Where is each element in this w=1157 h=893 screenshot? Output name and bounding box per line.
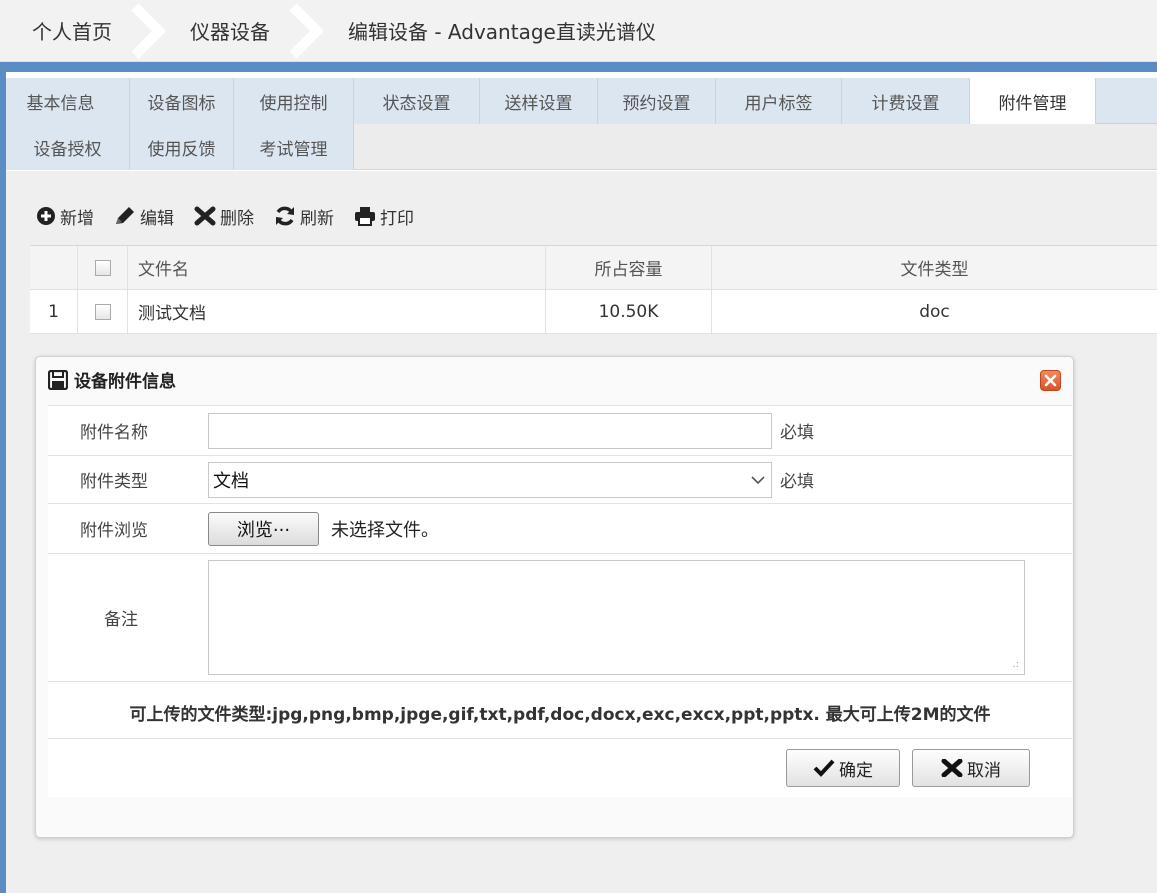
close-x-icon	[194, 206, 216, 226]
tab-exam[interactable]: 考试管理	[234, 124, 354, 170]
attachment-name-input[interactable]	[208, 412, 772, 449]
plus-circle-icon	[37, 207, 55, 225]
header-divider	[0, 62, 1157, 72]
form-row-type: 附件类型 文档 必填	[48, 456, 1072, 504]
dialog-buttons: 确定 取消	[48, 739, 1072, 797]
tab-attachments[interactable]: 附件管理	[970, 78, 1096, 124]
tab-basic-info[interactable]: 基本信息	[6, 78, 130, 124]
cell-type: doc	[919, 301, 950, 322]
browse-cell: 浏览··· 未选择文件。	[208, 504, 439, 553]
select-value: 文档	[213, 470, 249, 492]
type-cell: 文档 必填	[208, 456, 814, 503]
breadcrumb: 个人首页 仪器设备 编辑设备 - Advantage直读光谱仪	[0, 0, 1157, 62]
select-all-cell	[78, 246, 128, 289]
row-number: 1	[30, 290, 78, 333]
chevron-down-icon	[751, 475, 765, 484]
tab-device-auth[interactable]: 设备授权	[6, 124, 130, 170]
breadcrumb-label: 编辑设备 - Advantage直读光谱仪	[348, 20, 656, 44]
form-row-note: 备注 .:	[48, 554, 1072, 682]
confirm-label: 确定	[839, 760, 873, 781]
tab-usage-control[interactable]: 使用控制	[234, 78, 354, 124]
check-icon	[813, 759, 835, 777]
printer-icon	[355, 207, 375, 226]
attachment-dialog: 设备附件信息 附件名称 必填 附件类型 文档 必填 附件浏览 浏览··· 未选择…	[35, 356, 1074, 838]
note-cell: .:	[208, 554, 1025, 681]
tab-device-icon[interactable]: 设备图标	[130, 78, 234, 124]
breadcrumb-label[interactable]: 个人首页	[12, 16, 126, 45]
attachments-table: 文件名 所占容量 文件类型 1 测试文档 10.50K doc	[30, 245, 1157, 334]
delete-button[interactable]: 删除	[194, 204, 254, 229]
tab-user-tags[interactable]: 用户标签	[716, 78, 842, 124]
refresh-icon	[276, 206, 294, 226]
chevron-right-icon	[284, 0, 326, 62]
edit-button[interactable]: 编辑	[114, 204, 174, 229]
tab-row-2: 设备授权 使用反馈 考试管理	[6, 124, 1157, 170]
required-hint: 必填	[780, 423, 814, 443]
tab-bar: 基本信息 设备图标 使用控制 状态设置 送样设置 预约设置 用户标签 计费设置 …	[6, 78, 1157, 170]
form-row-browse: 附件浏览 浏览··· 未选择文件。	[48, 504, 1072, 554]
row-select-cell	[78, 290, 128, 333]
print-label: 打印	[380, 208, 414, 229]
refresh-button[interactable]: 刷新	[274, 204, 334, 229]
browse-label: 附件浏览	[80, 521, 148, 541]
form-row-name: 附件名称 必填	[48, 406, 1072, 456]
close-button[interactable]	[1040, 370, 1061, 391]
column-header-filename[interactable]: 文件名	[128, 246, 546, 289]
chevron-right-icon	[126, 0, 168, 62]
browse-button[interactable]: 浏览···	[208, 511, 319, 546]
table-row[interactable]: 1 测试文档 10.50K doc	[30, 290, 1157, 334]
row-number-header	[30, 246, 78, 289]
cancel-label: 取消	[967, 760, 1001, 781]
cell-filename: 测试文档	[128, 290, 546, 333]
select-all-checkbox[interactable]	[94, 259, 111, 276]
tab-status-settings[interactable]: 状态设置	[354, 78, 480, 124]
tab-booking-settings[interactable]: 预约设置	[598, 78, 716, 124]
breadcrumb-item-devices[interactable]: 仪器设备	[168, 0, 284, 62]
add-button[interactable]: 新增	[36, 204, 94, 229]
tab-row-1: 基本信息 设备图标 使用控制 状态设置 送样设置 预约设置 用户标签 计费设置 …	[6, 78, 1157, 124]
cancel-button[interactable]: 取消	[912, 749, 1030, 787]
type-label: 附件类型	[80, 472, 148, 492]
note-label: 备注	[104, 610, 138, 630]
column-header-type[interactable]: 文件类型	[712, 246, 1157, 289]
row-checkbox[interactable]	[94, 303, 111, 320]
confirm-button[interactable]: 确定	[786, 749, 900, 787]
dialog-title-text: 设备附件信息	[74, 372, 176, 392]
upload-hint: 可上传的文件类型:jpg,png,bmp,jpge,gif,txt,pdf,do…	[48, 682, 1072, 739]
cell-size: 10.50K	[546, 290, 712, 333]
save-disk-icon	[48, 369, 68, 390]
breadcrumb-label[interactable]: 仪器设备	[168, 16, 284, 45]
table-header: 文件名 所占容量 文件类型	[30, 246, 1157, 290]
close-icon	[1044, 374, 1057, 387]
column-header-size[interactable]: 所占容量	[546, 246, 712, 289]
refresh-label: 刷新	[300, 208, 334, 229]
dialog-title: 设备附件信息	[48, 367, 176, 392]
breadcrumb-item-current: 编辑设备 - Advantage直读光谱仪	[326, 0, 670, 62]
name-cell: 必填	[208, 406, 814, 455]
print-button[interactable]: 打印	[354, 204, 414, 229]
toolbar: 新增 编辑 删除 刷新 打印	[36, 193, 414, 239]
delete-label: 删除	[220, 208, 254, 229]
close-x-icon	[941, 759, 963, 777]
note-textarea[interactable]: .:	[208, 560, 1025, 675]
add-label: 新增	[60, 208, 94, 229]
tab-billing-settings[interactable]: 计费设置	[842, 78, 970, 124]
edit-label: 编辑	[140, 208, 174, 229]
tab-sample-settings[interactable]: 送样设置	[480, 78, 598, 124]
name-label: 附件名称	[80, 423, 148, 443]
attachment-form: 附件名称 必填 附件类型 文档 必填 附件浏览 浏览··· 未选择文件。 备注 …	[48, 405, 1072, 797]
pencil-icon	[116, 207, 134, 224]
attachment-type-select[interactable]: 文档	[208, 461, 772, 498]
breadcrumb-item-home[interactable]: 个人首页	[12, 0, 126, 62]
tab-feedback[interactable]: 使用反馈	[130, 124, 234, 170]
resize-grip-icon[interactable]: .:	[1012, 659, 1019, 670]
no-file-text: 未选择文件。	[331, 519, 439, 541]
required-hint: 必填	[780, 472, 814, 492]
